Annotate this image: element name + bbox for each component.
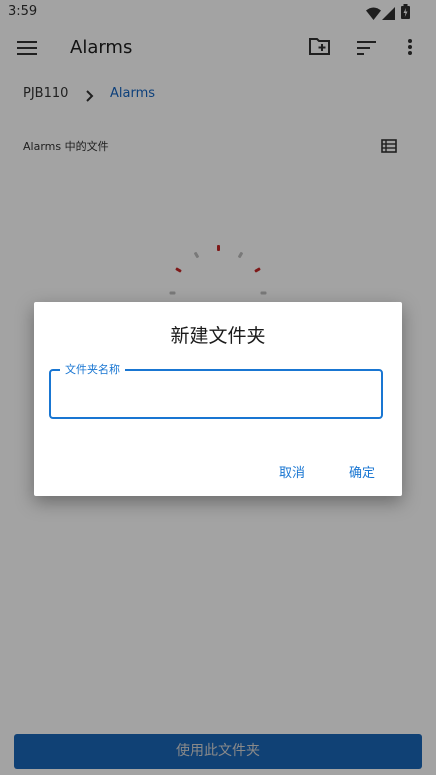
folder-name-input[interactable]	[61, 381, 365, 409]
folder-name-label: 文件夹名称	[60, 361, 125, 377]
ok-button[interactable]: 确定	[349, 462, 375, 481]
new-folder-dialog: 新建文件夹 文件夹名称 取消 确定	[34, 302, 402, 496]
cancel-button[interactable]: 取消	[279, 462, 305, 481]
dialog-title: 新建文件夹	[170, 325, 266, 347]
